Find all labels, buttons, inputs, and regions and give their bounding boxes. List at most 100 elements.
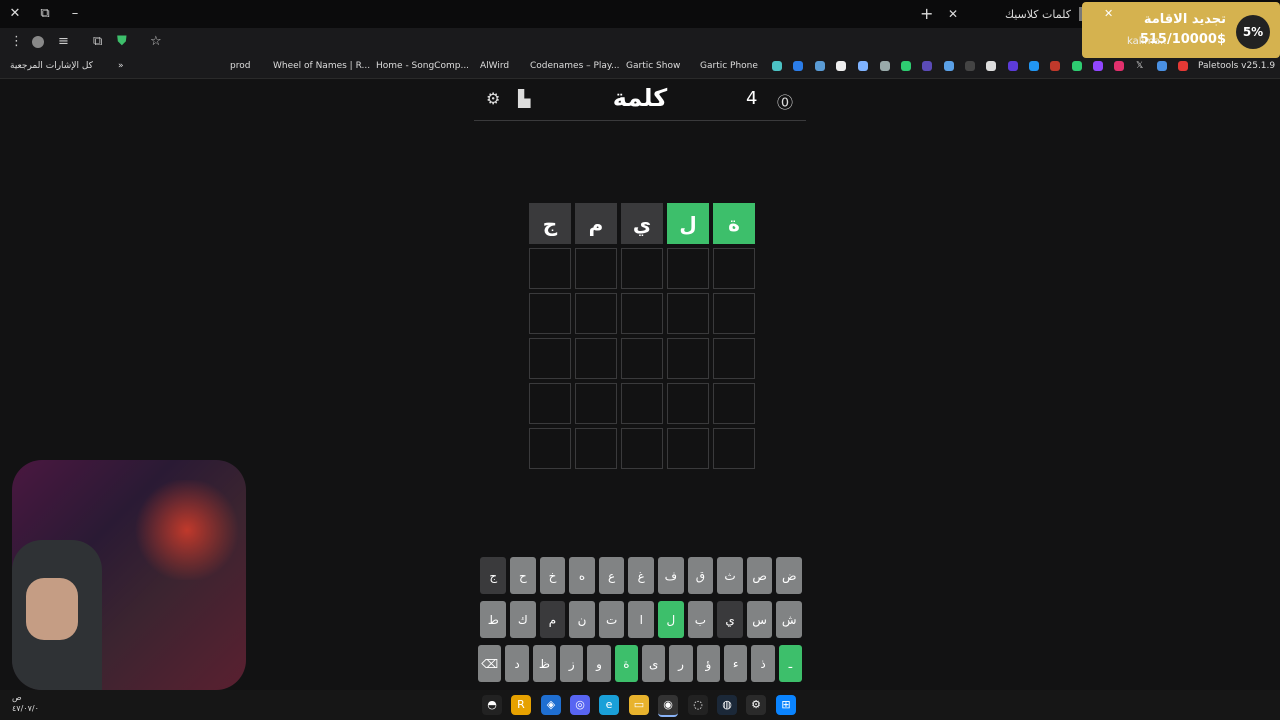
bookmark-icon[interactable] [944, 61, 954, 71]
keyboard-key[interactable]: ة [614, 645, 639, 682]
bookmark-codenames[interactable]: Codenames – Play... [530, 61, 620, 71]
reading-list-icon[interactable]: ≡ [58, 34, 69, 49]
bookmark-gartic-show[interactable]: Gartic Show [626, 61, 680, 71]
keyboard-key[interactable]: ن [569, 601, 595, 638]
bookmark-icon[interactable] [986, 61, 996, 71]
board-cell [667, 293, 709, 334]
board-cell [575, 338, 617, 379]
bookmark-icon[interactable] [1029, 61, 1039, 71]
new-tab-button[interactable]: + [920, 4, 933, 23]
keyboard-key[interactable]: ؤ [696, 645, 721, 682]
bookmarks-overflow-icon[interactable]: » [118, 61, 124, 71]
keyboard-key[interactable]: د [505, 645, 529, 682]
bookmark-gartic-phone[interactable]: Gartic Phone [700, 61, 758, 71]
keyboard-key[interactable]: غ [628, 557, 655, 594]
close-icon[interactable]: ✕ [1104, 7, 1113, 20]
shield-extension-icon[interactable]: ⛊ [117, 34, 127, 49]
file-explorer-icon[interactable]: ▭ [629, 695, 649, 715]
keyboard-key[interactable]: ا [628, 601, 655, 638]
keyboard-key[interactable]: ب [687, 601, 714, 638]
bookmark-songcomp[interactable]: Home - SongComp... [376, 61, 469, 71]
keyboard-key[interactable]: ت [598, 601, 625, 638]
keyboard-key[interactable]: ح [510, 557, 536, 594]
bookmark-paletools[interactable]: Paletools v25.1.9 [1198, 61, 1275, 71]
bookmark-icon[interactable] [1050, 61, 1060, 71]
keyboard-key[interactable]: ل [658, 601, 684, 638]
taskbar-app-icon[interactable]: ◓ [482, 695, 502, 715]
board-cell: ل [667, 203, 709, 244]
keyboard-key[interactable]: ي [717, 601, 743, 638]
keyboard-key[interactable]: ث [717, 557, 743, 594]
backspace-key[interactable]: ⌫ [478, 645, 502, 682]
keyboard-key[interactable]: ص [746, 557, 773, 594]
keyboard-key[interactable]: و [587, 645, 611, 682]
bookmark-icon[interactable] [1093, 61, 1103, 71]
keyboard-key[interactable]: س [746, 601, 773, 638]
bookmark-prod[interactable]: prod [230, 61, 250, 71]
alert-amount: 515/10000$ [1139, 32, 1226, 47]
restore-window-icon[interactable]: ⧉ [36, 6, 54, 21]
keyboard-key[interactable]: خ [539, 557, 566, 594]
all-bookmarks-link[interactable]: كل الإشارات المرجعية [10, 61, 93, 71]
chrome-icon[interactable]: ◉ [658, 695, 678, 717]
bookmark-icon[interactable] [772, 61, 782, 71]
game-header: ⚙ ▙ كلمة 4 ⓪ [474, 80, 806, 121]
settings-icon[interactable]: ⚙ [746, 695, 766, 715]
extensions-icon[interactable]: ⧉ [93, 34, 102, 49]
board-cell [575, 428, 617, 469]
bookmark-icon[interactable] [965, 61, 975, 71]
profile-avatar-icon[interactable] [32, 36, 44, 48]
board-cell [713, 383, 755, 424]
keyboard-key[interactable]: ع [598, 557, 625, 594]
browser-tab[interactable]: ✕ كلمات كلاسيك [948, 4, 1095, 24]
bookmark-icon[interactable] [836, 61, 846, 71]
board-cell [529, 383, 571, 424]
keyboard-key[interactable]: ق [687, 557, 714, 594]
keyboard-key[interactable]: م [539, 601, 566, 638]
bookmark-icon[interactable] [901, 61, 911, 71]
keyboard-key[interactable]: ء [724, 645, 748, 682]
board-row [525, 248, 755, 289]
keyboard-key[interactable]: ظ [532, 645, 557, 682]
keyboard-key[interactable]: ز [560, 645, 584, 682]
edge-icon[interactable]: e [599, 695, 619, 715]
bookmark-icon[interactable] [880, 61, 890, 71]
bookmark-alwird[interactable]: AlWird [480, 61, 509, 71]
taskbar-app-icon[interactable]: ◌ [688, 695, 708, 715]
taskbar-app-icon[interactable]: ◈ [541, 695, 561, 715]
bookmark-icon[interactable] [1178, 61, 1188, 71]
board-cell [667, 248, 709, 289]
streak-count: 4 [746, 88, 758, 109]
keyboard-key[interactable]: ك [510, 601, 536, 638]
keyboard-key[interactable]: ى [642, 645, 666, 682]
bookmark-icon[interactable] [1114, 61, 1124, 71]
bookmark-icon[interactable] [793, 61, 803, 71]
keyboard-key[interactable]: ج [480, 557, 507, 594]
discord-icon[interactable]: ◎ [570, 695, 590, 715]
x-logo-icon[interactable]: 𝕏 [1136, 61, 1143, 71]
rockstar-icon[interactable]: R [511, 695, 531, 715]
bookmark-star-icon[interactable]: ☆ [150, 34, 162, 49]
steam-icon[interactable]: ◍ [717, 695, 737, 715]
bookmark-icon[interactable] [858, 61, 868, 71]
keyboard-key[interactable]: ـ [778, 645, 802, 682]
bookmark-icon[interactable] [815, 61, 825, 71]
menu-kebab-icon[interactable]: ⋮ [10, 34, 23, 49]
bookmark-icon[interactable] [1157, 61, 1167, 71]
keyboard-key[interactable]: ط [480, 601, 507, 638]
bookmark-icon[interactable] [1008, 61, 1018, 71]
minimize-window-icon[interactable]: – [66, 6, 84, 21]
keyboard-key[interactable]: ه [569, 557, 595, 594]
keyboard-key[interactable]: ف [658, 557, 684, 594]
bookmark-icon[interactable] [922, 61, 932, 71]
help-circle-icon[interactable]: ⓪ [777, 89, 793, 113]
keyboard-key[interactable]: ش [776, 601, 802, 638]
keyboard-key[interactable]: ذ [751, 645, 775, 682]
keyboard-key[interactable]: ض [776, 557, 802, 594]
keyboard-key[interactable]: ر [669, 645, 693, 682]
windows-start-icon[interactable]: ⊞ [776, 695, 796, 715]
tab-close-icon[interactable]: ✕ [948, 7, 958, 21]
close-window-icon[interactable]: ✕ [6, 6, 24, 21]
bookmark-wheel-of-names[interactable]: Wheel of Names | R... [273, 61, 370, 71]
bookmark-icon[interactable] [1072, 61, 1082, 71]
